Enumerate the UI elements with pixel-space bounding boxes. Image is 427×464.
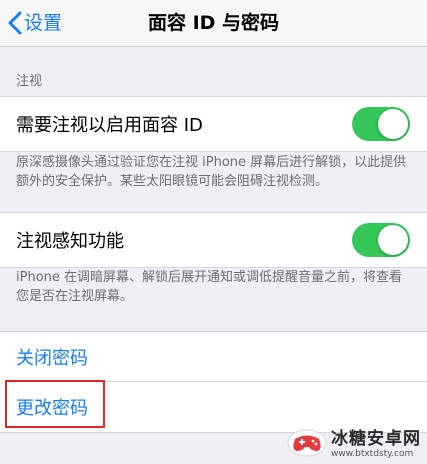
require-attention-row: 需要注视以启用面容 ID <box>0 96 427 152</box>
require-attention-footer: 原深感摄像头通过验证您在注视 iPhone 屏幕后进行解锁，以此提供额外的安全保… <box>16 155 407 189</box>
require-attention-toggle[interactable] <box>352 107 410 141</box>
watermark-url: www.btxtdsty.com <box>331 449 414 459</box>
attention-aware-toggle[interactable] <box>352 223 410 257</box>
attention-aware-label: 注视感知功能 <box>16 231 124 252</box>
require-attention-label: 需要注视以启用面容 ID <box>16 115 203 136</box>
gamepad-logo-icon <box>287 428 327 462</box>
page-title: 面容 ID 与密码 <box>147 12 280 34</box>
watermark-text: 冰糖安卓网 www.btxtdsty.com <box>331 431 421 459</box>
turn-off-passcode-row[interactable]: 关闭密码 <box>0 332 427 381</box>
attention-aware-footer: iPhone 在调暗屏幕、解锁后展开通知或调低提醒音量之前，将查看您是否在注视屏… <box>16 270 403 304</box>
watermark: 冰糖安卓网 www.btxtdsty.com <box>287 428 421 462</box>
watermark-title: 冰糖安卓网 <box>331 429 421 449</box>
toggle-knob <box>378 225 408 255</box>
toggle-knob <box>378 109 408 139</box>
section-header-attention: 注视 <box>16 74 43 89</box>
navigation-bar: 设置 面容 ID 与密码 <box>0 0 427 47</box>
highlight-box <box>5 380 105 428</box>
attention-aware-row: 注视感知功能 <box>0 212 427 268</box>
turn-off-passcode-link[interactable]: 关闭密码 <box>16 332 88 381</box>
